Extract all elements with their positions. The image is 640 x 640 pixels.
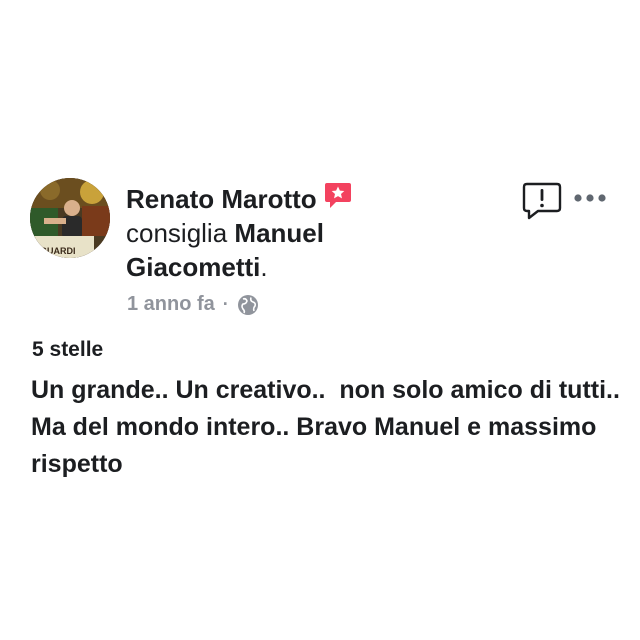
review-text: Un grande.. Un creativo.. non solo amico… [31,376,627,478]
page-suffix: . [260,252,268,282]
post-meta: 1 anno fa · [127,293,259,316]
avatar-text: GUARDI [40,246,76,256]
report-icon[interactable] [522,182,562,220]
rating-label: 5 stelle [32,338,104,361]
more-options-icon[interactable] [573,191,607,203]
recommendation-post: GUARDI Renato Marotto consiglia Manuel G… [0,0,640,640]
action-text: consiglia [126,218,228,248]
avatar-photo: GUARDI [30,178,110,258]
globe-icon [237,294,259,316]
author-name[interactable]: Renato Marotto [126,184,317,214]
timestamp[interactable]: 1 anno fa [127,293,215,316]
avatar[interactable]: GUARDI [30,178,110,258]
recommend-star-icon [323,180,353,210]
post-header: Renato Marotto consiglia Manuel Giacomet… [126,180,426,284]
meta-separator: · [222,294,229,314]
